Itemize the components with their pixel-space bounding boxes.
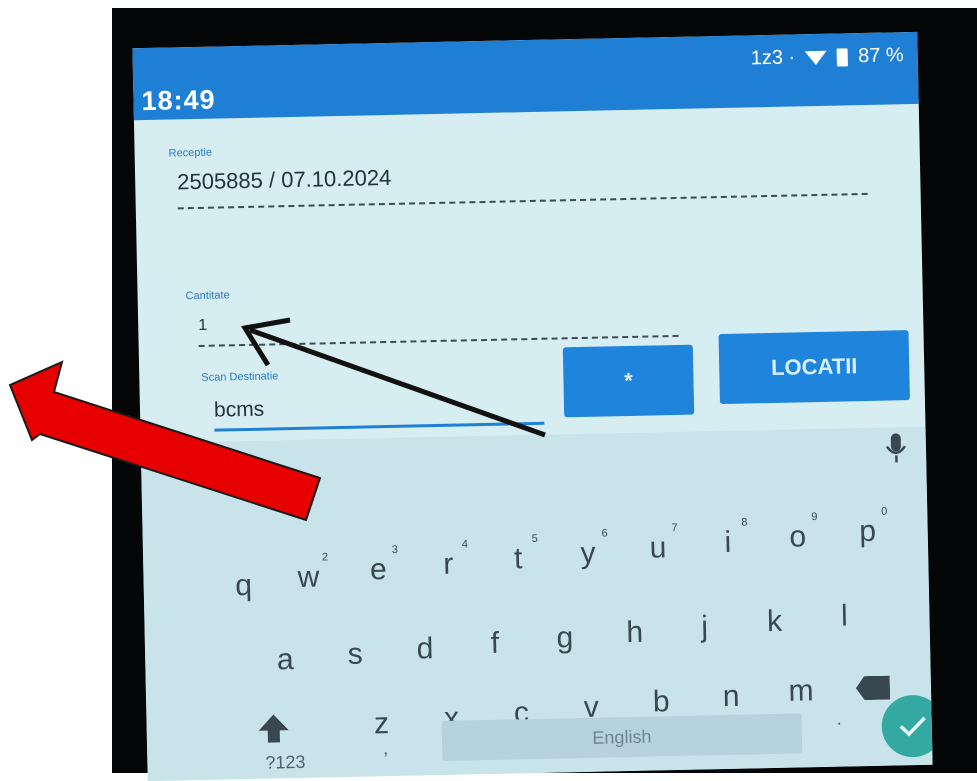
- annotation-overlay: [8, 317, 546, 522]
- black-arrow-icon: [240, 317, 546, 438]
- red-arrow-icon: [8, 360, 322, 522]
